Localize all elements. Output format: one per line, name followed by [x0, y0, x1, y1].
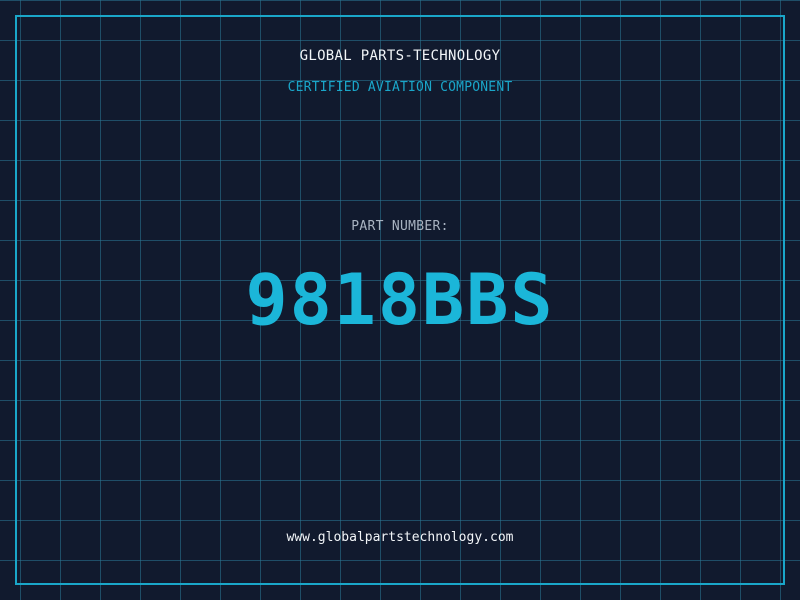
website-url: www.globalpartstechnology.com	[286, 530, 514, 545]
company-name: GLOBAL PARTS-TECHNOLOGY	[299, 48, 501, 64]
certification-subtitle: CERTIFIED AVIATION COMPONENT	[287, 80, 513, 95]
part-number-label: PART NUMBER:	[351, 219, 449, 234]
part-number-value: 9818BBS	[245, 259, 555, 341]
